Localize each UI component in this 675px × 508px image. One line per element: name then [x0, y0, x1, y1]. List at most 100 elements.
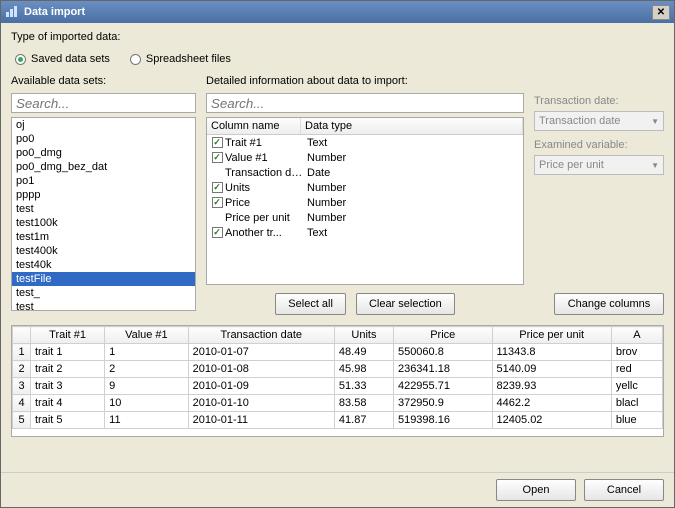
checkbox-icon[interactable]	[212, 137, 223, 148]
table-cell[interactable]: 2010-01-10	[188, 395, 334, 412]
clear-selection-button[interactable]: Clear selection	[356, 293, 455, 315]
table-cell[interactable]: 10	[105, 395, 188, 412]
list-item[interactable]: test100k	[12, 216, 195, 230]
table-cell[interactable]: 11343.8	[492, 344, 611, 361]
checkbox-icon[interactable]	[212, 227, 223, 238]
table-cell[interactable]: 48.49	[334, 344, 393, 361]
table-cell[interactable]: 2010-01-11	[188, 412, 334, 429]
header-data-type[interactable]: Data type	[301, 118, 523, 134]
table-row[interactable]: 3trait 392010-01-0951.33422955.718239.93…	[13, 378, 663, 395]
transaction-date-dropdown[interactable]: Transaction date ▼	[534, 111, 664, 131]
table-row[interactable]: 5trait 5112010-01-1141.87519398.1612405.…	[13, 412, 663, 429]
column-row[interactable]: Transaction dateDate	[207, 165, 523, 180]
table-cell[interactable]: brov	[611, 344, 662, 361]
column-type: Number	[303, 197, 521, 209]
table-cell[interactable]: 422955.71	[393, 378, 492, 395]
table-cell[interactable]: 2	[105, 361, 188, 378]
table-cell[interactable]: 5140.09	[492, 361, 611, 378]
available-listbox[interactable]: ojpo0po0_dmgpo0_dmg_bez_datpo1pppptestte…	[11, 117, 196, 311]
table-cell[interactable]: 550060.8	[393, 344, 492, 361]
table-cell[interactable]: trait 5	[31, 412, 105, 429]
table-row[interactable]: 4trait 4102010-01-1083.58372950.94462.2b…	[13, 395, 663, 412]
column-name: Another tr...	[225, 227, 303, 239]
table-cell[interactable]: 236341.18	[393, 361, 492, 378]
table-cell[interactable]: 51.33	[334, 378, 393, 395]
list-item[interactable]: pppp	[12, 188, 195, 202]
table-cell[interactable]: trait 3	[31, 378, 105, 395]
list-item[interactable]: test400k	[12, 244, 195, 258]
column-row[interactable]: Trait #1Text	[207, 135, 523, 150]
close-button[interactable]: ✕	[652, 5, 670, 20]
table-cell[interactable]: 83.58	[334, 395, 393, 412]
table-cell[interactable]: 12405.02	[492, 412, 611, 429]
row-header[interactable]: 4	[13, 395, 31, 412]
list-item[interactable]: test1m	[12, 230, 195, 244]
table-header[interactable]: A	[611, 327, 662, 344]
available-search-input[interactable]	[11, 93, 196, 113]
preview-table-container[interactable]: Trait #1Value #1Transaction dateUnitsPri…	[11, 325, 664, 437]
list-item[interactable]: oj	[12, 118, 195, 132]
table-header[interactable]: Price per unit	[492, 327, 611, 344]
header-column-name[interactable]: Column name	[207, 118, 301, 134]
columns-listbox[interactable]: Column name Data type Trait #1TextValue …	[206, 117, 524, 285]
table-row[interactable]: 2trait 222010-01-0845.98236341.185140.09…	[13, 361, 663, 378]
examined-variable-dropdown[interactable]: Price per unit ▼	[534, 155, 664, 175]
table-header[interactable]: Price	[393, 327, 492, 344]
select-all-button[interactable]: Select all	[275, 293, 346, 315]
table-cell[interactable]: 2010-01-09	[188, 378, 334, 395]
list-item[interactable]: po0_dmg	[12, 146, 195, 160]
table-cell[interactable]: 45.98	[334, 361, 393, 378]
table-cell[interactable]: 2010-01-07	[188, 344, 334, 361]
table-header[interactable]: Value #1	[105, 327, 188, 344]
column-row[interactable]: Value #1Number	[207, 150, 523, 165]
table-cell[interactable]: red	[611, 361, 662, 378]
list-item[interactable]: test__	[12, 300, 195, 311]
row-header[interactable]: 3	[13, 378, 31, 395]
table-cell[interactable]: trait 1	[31, 344, 105, 361]
list-item[interactable]: po0_dmg_bez_dat	[12, 160, 195, 174]
detail-search-input[interactable]	[206, 93, 524, 113]
table-header[interactable]: Trait #1	[31, 327, 105, 344]
table-row[interactable]: 1trait 112010-01-0748.49550060.811343.8b…	[13, 344, 663, 361]
table-cell[interactable]: yellc	[611, 378, 662, 395]
change-columns-button[interactable]: Change columns	[554, 293, 664, 315]
column-row[interactable]: PriceNumber	[207, 195, 523, 210]
column-name: Transaction date	[225, 167, 303, 179]
open-button[interactable]: Open	[496, 479, 576, 501]
table-cell[interactable]: blacl	[611, 395, 662, 412]
cancel-button[interactable]: Cancel	[584, 479, 664, 501]
table-cell[interactable]: 1	[105, 344, 188, 361]
list-item[interactable]: test40k	[12, 258, 195, 272]
table-cell[interactable]: 41.87	[334, 412, 393, 429]
list-item[interactable]: test	[12, 202, 195, 216]
table-cell[interactable]: 372950.9	[393, 395, 492, 412]
checkbox-icon[interactable]	[212, 197, 223, 208]
table-cell[interactable]: 4462.2	[492, 395, 611, 412]
row-header[interactable]: 1	[13, 344, 31, 361]
list-item[interactable]: testFile	[12, 272, 195, 286]
list-item[interactable]: po1	[12, 174, 195, 188]
table-cell[interactable]: 519398.16	[393, 412, 492, 429]
table-header[interactable]: Transaction date	[188, 327, 334, 344]
table-header[interactable]: Units	[334, 327, 393, 344]
data-import-window: Data import ✕ Type of imported data: Sav…	[0, 0, 675, 508]
checkbox-icon[interactable]	[212, 152, 223, 163]
radio-spreadsheet-files[interactable]: Spreadsheet files	[130, 53, 231, 65]
row-header[interactable]: 5	[13, 412, 31, 429]
table-cell[interactable]: trait 2	[31, 361, 105, 378]
column-row[interactable]: Another tr...Text	[207, 225, 523, 240]
column-row[interactable]: Price per unitNumber	[207, 210, 523, 225]
checkbox-icon[interactable]	[212, 182, 223, 193]
column-row[interactable]: UnitsNumber	[207, 180, 523, 195]
table-cell[interactable]: blue	[611, 412, 662, 429]
list-item[interactable]: test_	[12, 286, 195, 300]
radio-saved-data-sets[interactable]: Saved data sets	[15, 53, 110, 65]
table-cell[interactable]: 11	[105, 412, 188, 429]
table-cell[interactable]: 9	[105, 378, 188, 395]
table-cell[interactable]: 2010-01-08	[188, 361, 334, 378]
table-cell[interactable]: trait 4	[31, 395, 105, 412]
list-item[interactable]: po0	[12, 132, 195, 146]
table-cell[interactable]: 8239.93	[492, 378, 611, 395]
table-header[interactable]	[13, 327, 31, 344]
row-header[interactable]: 2	[13, 361, 31, 378]
